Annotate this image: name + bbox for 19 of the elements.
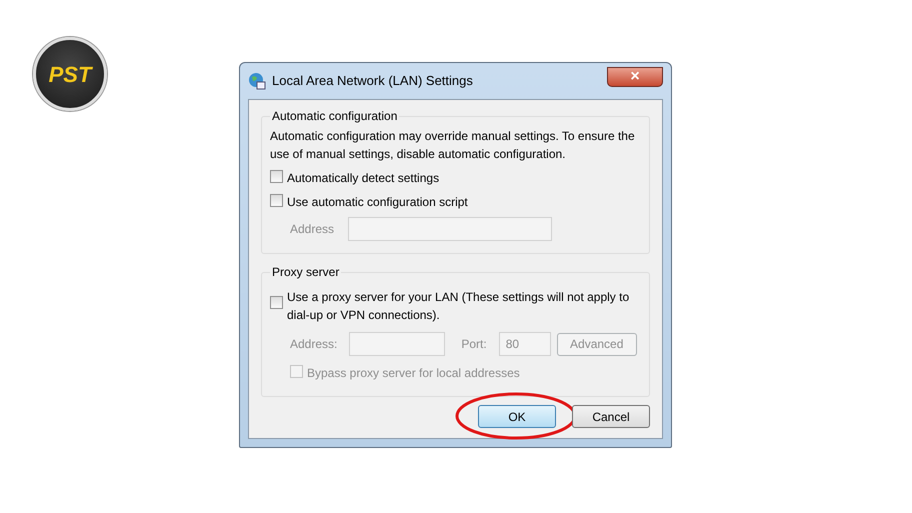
checkbox[interactable]: [270, 194, 283, 207]
checkbox[interactable]: [270, 296, 283, 309]
window-title: Local Area Network (LAN) Settings: [272, 72, 473, 90]
group-label: Automatic configuration: [271, 110, 398, 122]
checkbox-label: Automatically detect settings: [287, 170, 440, 187]
field-label: Address: [290, 221, 334, 238]
checkbox[interactable]: [270, 170, 283, 183]
field-label: Port:: [461, 336, 487, 353]
description-text: Automatic configuration may override manual settings. To ensure the use of manual settings, disable automatic configuration.: [270, 128, 636, 163]
dialog-button[interactable]: OK: [478, 405, 556, 428]
checkbox-label: Bypass proxy server for local addresses: [307, 365, 520, 382]
group-label: Proxy server: [271, 266, 340, 278]
dialog-button[interactable]: Cancel: [572, 405, 650, 428]
globe-icon: [248, 72, 266, 90]
checkbox-label: Use automatic configuration script: [287, 194, 468, 211]
field-label: Address:: [290, 336, 338, 353]
close-button[interactable]: ×: [607, 67, 663, 87]
logo: PST: [33, 37, 107, 111]
checkbox-label: Use a proxy server for your LAN (These settings will not apply to dial-up or VPN connections).: [287, 289, 630, 324]
